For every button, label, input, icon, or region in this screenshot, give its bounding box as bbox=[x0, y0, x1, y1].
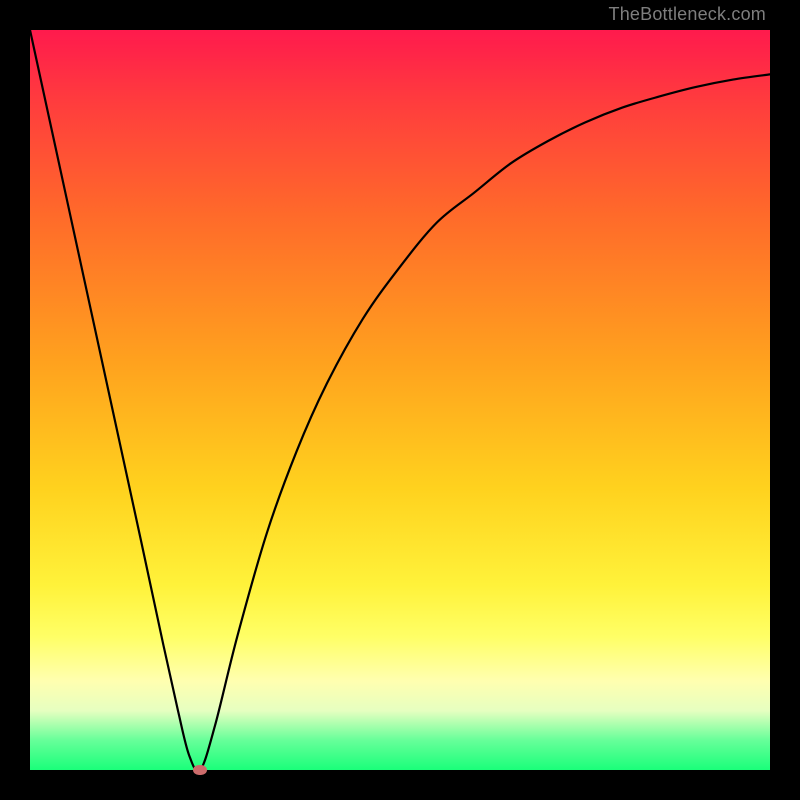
plot-area bbox=[30, 30, 770, 770]
bottleneck-curve bbox=[30, 30, 770, 770]
optimal-point-marker bbox=[193, 765, 207, 775]
curve-svg bbox=[30, 30, 770, 770]
watermark-text: TheBottleneck.com bbox=[609, 4, 766, 25]
chart-frame: TheBottleneck.com bbox=[0, 0, 800, 800]
